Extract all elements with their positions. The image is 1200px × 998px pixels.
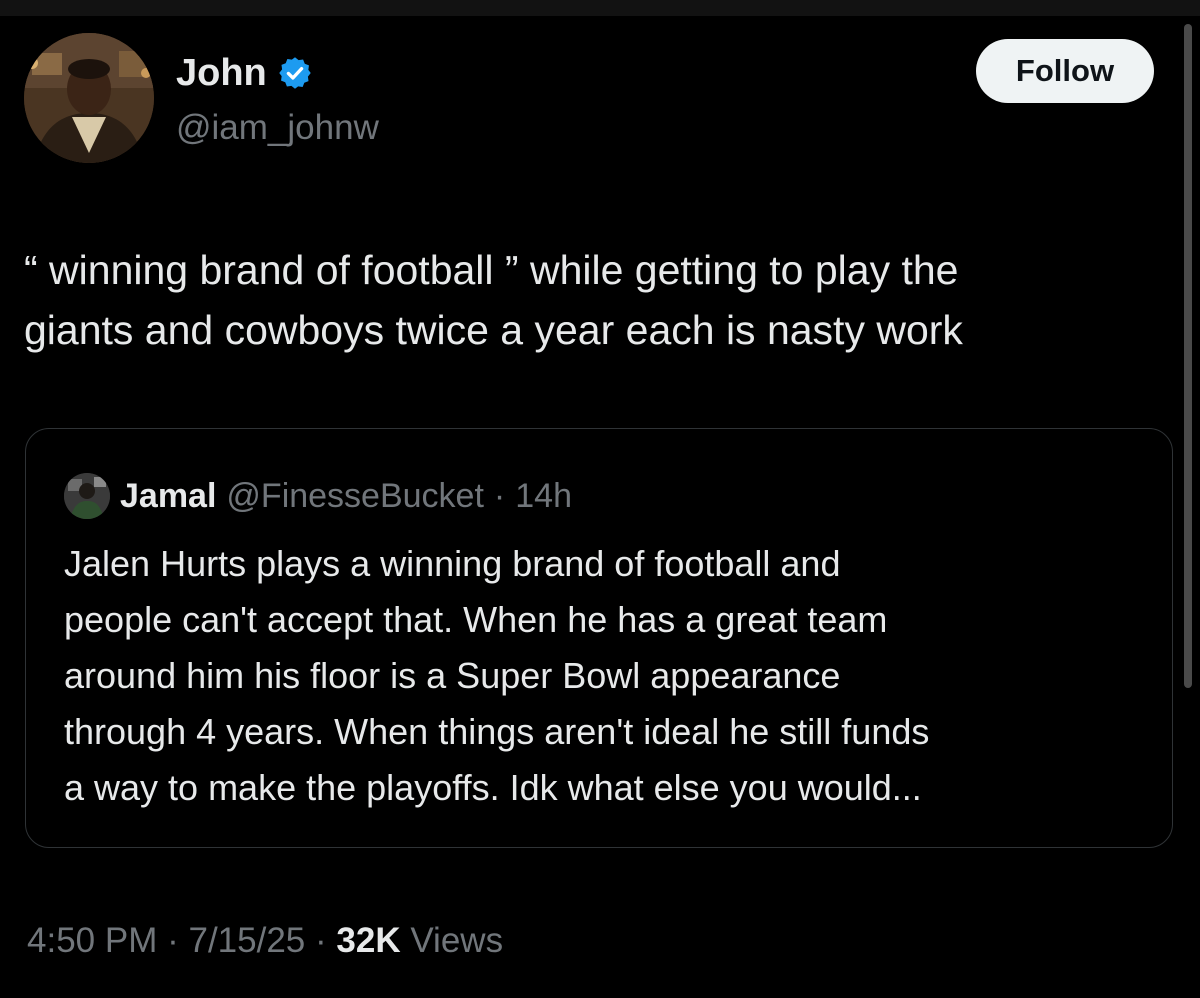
views-count[interactable]: 32K <box>336 921 400 960</box>
author-display-name[interactable]: John <box>176 50 267 96</box>
quoted-tweet-card[interactable]: Jamal @FinesseBucket · 14h Jalen Hurts pla… <box>25 428 1173 848</box>
tweet-text: “ winning brand of football ” while gett… <box>24 247 963 353</box>
top-status-bar <box>0 0 1200 16</box>
separator-dot: · <box>493 476 506 515</box>
quoted-author-name[interactable]: Jamal <box>120 477 216 516</box>
tweet-meta: 4:50 PM · 7/15/25 · 32K Views <box>27 915 503 967</box>
verified-badge-icon <box>277 55 313 91</box>
follow-button[interactable]: Follow <box>976 39 1154 103</box>
profile-photo-icon <box>24 33 154 163</box>
tweet-date[interactable]: 7/15/25 <box>188 921 305 960</box>
author-name-row: John <box>176 50 313 96</box>
quoted-author-handle[interactable]: @FinesseBucket <box>226 477 484 516</box>
author-handle[interactable]: @iam_johnw <box>176 106 379 150</box>
scrollbar[interactable] <box>1184 24 1192 688</box>
separator-dot: · <box>167 921 179 960</box>
quoted-tweet-time[interactable]: 14h <box>515 477 572 516</box>
quoted-tweet-text: Jalen Hurts plays a winning brand of foo… <box>64 543 930 808</box>
profile-photo-icon <box>64 473 110 519</box>
separator-dot: · <box>315 921 327 960</box>
quoted-author-avatar[interactable] <box>64 473 110 519</box>
quoted-tweet-header: Jamal @FinesseBucket · 14h <box>64 473 572 519</box>
views-label: Views <box>410 921 504 960</box>
tweet-time[interactable]: 4:50 PM <box>27 921 157 960</box>
author-avatar[interactable] <box>24 33 154 163</box>
